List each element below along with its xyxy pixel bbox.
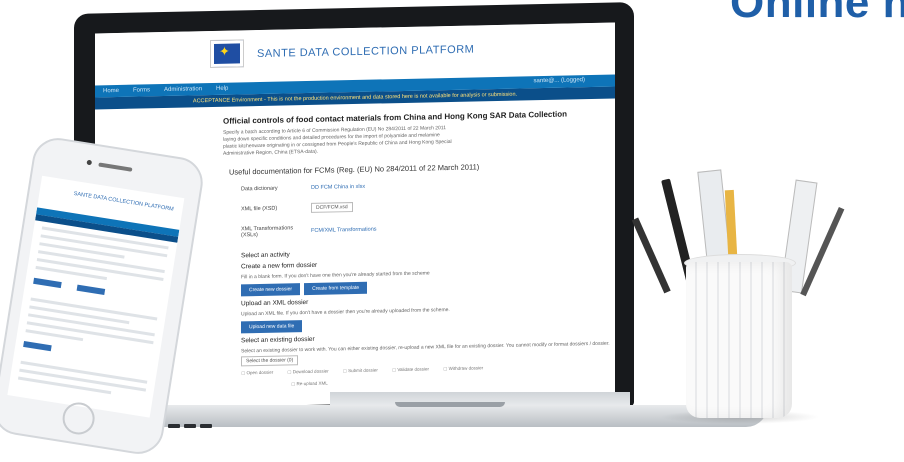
pencil-cup (686, 262, 792, 418)
doc-row: XML Transformations (XSLs) FCM/XML Trans… (241, 219, 615, 239)
phone-button[interactable] (23, 340, 52, 352)
upload-file-button[interactable]: Upload new data file (241, 320, 303, 334)
doc-row-label: Data dictionary (241, 185, 278, 193)
pencil-dark (631, 217, 671, 294)
nav-home[interactable]: Home (103, 88, 119, 94)
validate-dossier-action[interactable]: Validate dossier (392, 366, 429, 373)
eu-flag-logo (211, 40, 243, 68)
download-dossier-action[interactable]: Download dossier (287, 369, 329, 376)
page-intro: Specify a batch according to Article 6 o… (223, 125, 452, 157)
doc-row: Data dictionary DD FCM China in xlsx (241, 179, 615, 193)
nav-help[interactable]: Help (216, 86, 228, 92)
phone-speaker (98, 162, 133, 172)
dossier-select[interactable]: Select the dossier (0) (241, 355, 299, 367)
user-label[interactable]: sante@... (Logged) (534, 77, 585, 84)
phone-button[interactable] (76, 284, 106, 295)
reupload-xml-action[interactable]: Re-upload XML (291, 381, 328, 388)
documentation-heading: Useful documentation for FCMs (Reg. (EU)… (229, 162, 480, 177)
reupload-action: Re-upload XML (291, 375, 615, 388)
phone-camera-icon (86, 159, 93, 166)
nav-administration[interactable]: Administration (164, 86, 202, 93)
phone-screen: SANTE DATA COLLECTION PLATFORM (7, 175, 185, 418)
doc-row: XML file (XSD) DCF/FCM.xsd (241, 197, 615, 215)
open-dossier-action[interactable]: Open dossier (241, 370, 274, 377)
doc-row-label: XML Transformations (XSLs) (241, 225, 294, 239)
activity-section: Select an activity Create a new form dos… (241, 245, 615, 389)
create-from-template-button[interactable]: Create from template (304, 281, 368, 296)
create-new-dossier-button[interactable]: Create new dossier (241, 283, 301, 297)
withdraw-dossier-action[interactable]: Withdraw dossier (443, 365, 484, 372)
doc-select[interactable]: DCF/FCM.xsd (311, 202, 353, 213)
laptop-hinge (395, 402, 505, 407)
doc-row-label: XML file (XSD) (241, 205, 278, 213)
doc-link[interactable]: FCM/XML Transformations (311, 227, 377, 234)
doc-link[interactable]: DD FCM China in xlsx (311, 184, 365, 191)
nav-forms[interactable]: Forms (133, 87, 150, 93)
phone-button[interactable] (33, 277, 62, 289)
page-heading: Official controls of food contact materi… (223, 109, 568, 126)
app-title: SANTE DATA COLLECTION PLATFORM (257, 43, 475, 61)
phone-content (10, 225, 176, 401)
submit-dossier-action[interactable]: Submit dossier (343, 368, 378, 375)
headline: Online h (730, 0, 904, 27)
